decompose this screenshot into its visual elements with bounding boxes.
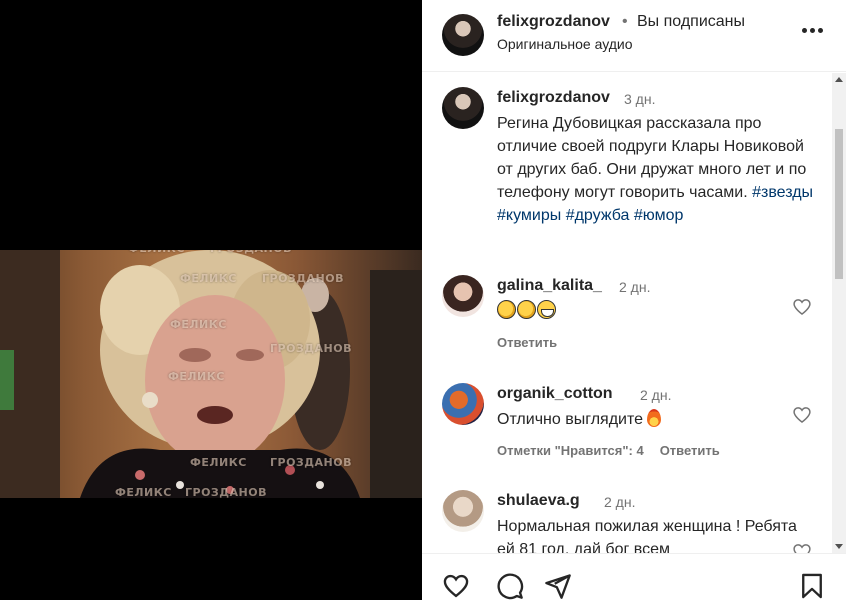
fire-icon — [647, 409, 662, 427]
comment-time[interactable]: 2 дн. — [640, 387, 671, 403]
clapping-hands-icon — [517, 300, 536, 319]
avatar[interactable] — [442, 87, 484, 129]
comment-text: Отлично выглядите — [497, 408, 797, 431]
reply-button[interactable]: Ответить — [497, 335, 557, 350]
scroll-down-icon[interactable] — [835, 544, 843, 549]
comment-item: shulaeva.g 2 дн. Нормальная пожилая женщ… — [442, 490, 822, 553]
watermark-text: ГРОЗДАНОВ — [270, 342, 352, 355]
comments-scroll-area[interactable]: felixgrozdanov 3 дн. Регина Дубовицкая р… — [422, 73, 846, 553]
grinning-face-icon — [537, 300, 556, 319]
scrollbar-thumb[interactable] — [835, 129, 843, 279]
watermark-text: ГРОЗДАНОВ — [210, 250, 292, 255]
reply-button[interactable]: Ответить — [660, 443, 720, 458]
caption-text: Регина Дубовицкая рассказала про отличие… — [497, 112, 817, 227]
comment-text: Нормальная пожилая женщина ! Ребята ей 8… — [497, 518, 797, 553]
watermark-text: ГРОЗДАНОВ — [262, 272, 344, 285]
avatar[interactable] — [442, 490, 484, 532]
comment-username[interactable]: organik_cotton — [497, 385, 613, 403]
watermark-text: ФЕЛИКС — [115, 486, 172, 498]
video-player[interactable]: ФЕЛИКС ГРОЗДАНОВ ФЕЛИКС ГРОЗДАНОВ ФЕЛИКС… — [0, 0, 422, 600]
watermark-text: ГРОЗДАНОВ — [185, 486, 267, 498]
comment-username[interactable]: galina_kalita_ — [497, 277, 602, 295]
caption-username[interactable]: felixgrozdanov — [497, 89, 610, 107]
comment-time[interactable]: 2 дн. — [604, 494, 635, 510]
audio-link[interactable]: Оригинальное аудио — [497, 36, 633, 52]
separator-dot: • — [622, 13, 628, 30]
comment-actions: Ответить — [497, 335, 557, 350]
hashtag-link[interactable]: #дружба — [566, 207, 630, 224]
watermark-text: ФЕЛИКС — [168, 370, 225, 383]
bookmark-icon[interactable] — [798, 572, 826, 600]
watermark-text: ФЕЛИКС — [128, 250, 185, 255]
hashtag-link[interactable]: #юмор — [634, 207, 684, 224]
comment-actions: Отметки "Нравится": 4 Ответить — [497, 443, 720, 458]
more-options-icon[interactable] — [800, 22, 824, 38]
comment-item: organik_cotton 2 дн. Отлично выглядите О… — [442, 383, 822, 473]
scroll-up-icon[interactable] — [835, 77, 843, 82]
watermark-text: ГРОЗДАНОВ — [270, 456, 352, 469]
comment-username[interactable]: shulaeva.g — [497, 492, 580, 510]
comment-icon[interactable] — [496, 572, 524, 600]
hashtag-link[interactable]: #кумиры — [497, 207, 561, 224]
heart-icon[interactable] — [442, 572, 470, 600]
avatar[interactable] — [442, 383, 484, 425]
header-username[interactable]: felixgrozdanov — [497, 13, 610, 31]
post-side-panel: felixgrozdanov • Вы подписаны Оригинальн… — [422, 0, 846, 600]
heart-icon[interactable] — [792, 542, 812, 553]
caption-time[interactable]: 3 дн. — [624, 91, 655, 107]
watermark-text: ФЕЛИКС — [180, 272, 237, 285]
post-header: felixgrozdanov • Вы подписаны Оригинальн… — [422, 0, 846, 72]
comment-item: galina_kalita_ 2 дн. Ответить — [442, 275, 822, 365]
share-icon[interactable] — [544, 572, 572, 600]
heart-icon[interactable] — [792, 405, 812, 425]
comment-time[interactable]: 2 дн. — [619, 279, 650, 295]
video-frame: ФЕЛИКС ГРОЗДАНОВ ФЕЛИКС ГРОЗДАНОВ ФЕЛИКС… — [0, 250, 422, 498]
heart-icon[interactable] — [792, 297, 812, 317]
post-action-bar — [422, 553, 846, 600]
likes-count[interactable]: Отметки "Нравится": 4 — [497, 443, 644, 458]
scrollbar[interactable] — [832, 73, 846, 553]
comment-text — [497, 300, 797, 323]
hashtag-link[interactable]: #звезды — [752, 184, 813, 201]
avatar[interactable] — [442, 14, 484, 56]
comment-body: Отлично выглядите — [497, 411, 644, 428]
watermark-text: ФЕЛИКС — [190, 456, 247, 469]
watermark-text: ФЕЛИКС — [170, 318, 227, 331]
clapping-hands-icon — [497, 300, 516, 319]
avatar[interactable] — [442, 275, 484, 317]
follow-status[interactable]: Вы подписаны — [637, 13, 745, 31]
